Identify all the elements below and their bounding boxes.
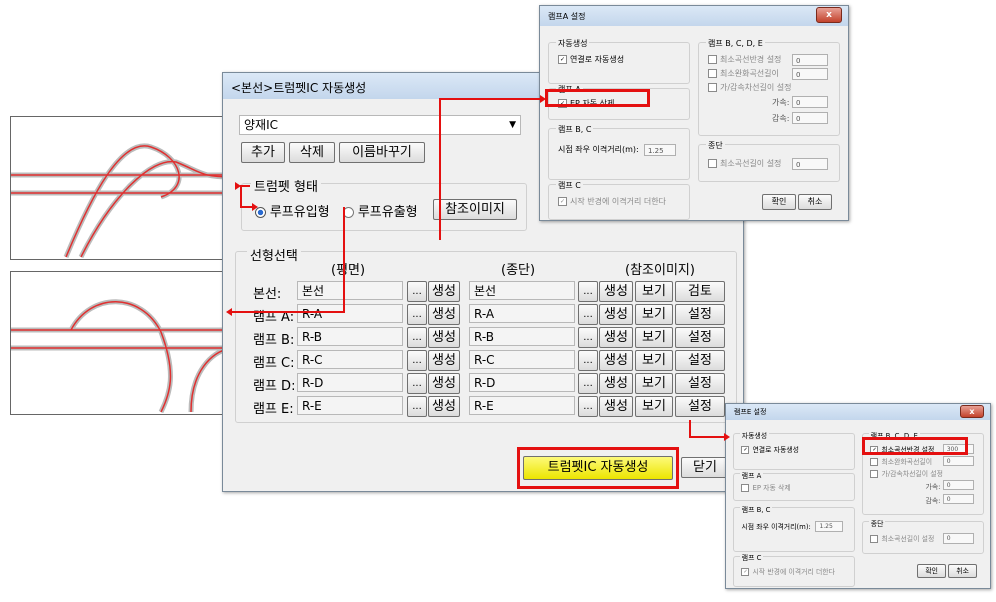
connector-arrows xyxy=(226,95,730,441)
type-connector-line xyxy=(240,185,252,208)
outflow-connector-line xyxy=(232,207,345,313)
rampE-connector-line xyxy=(689,420,724,438)
ep-connector-line xyxy=(439,98,540,240)
